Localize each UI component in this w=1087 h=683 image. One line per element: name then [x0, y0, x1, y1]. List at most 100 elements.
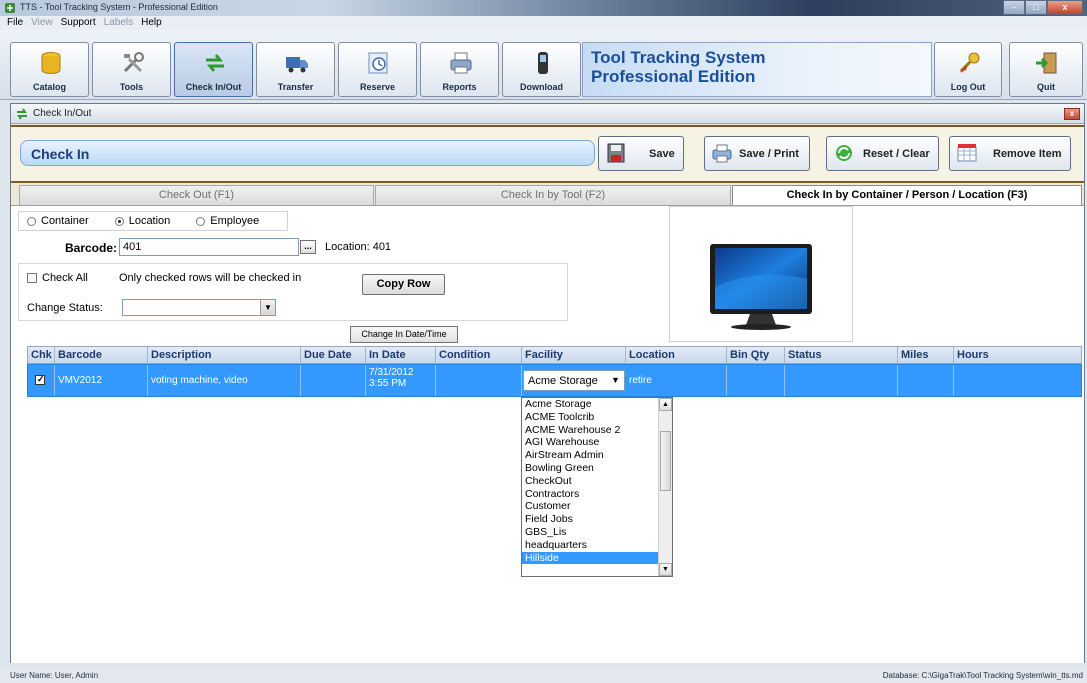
only-checked-note: Only checked rows will be checked in: [119, 272, 302, 284]
brand-title: Tool Tracking System: [591, 48, 766, 67]
download-button[interactable]: Download: [502, 42, 581, 97]
log-out-button[interactable]: Log Out: [934, 42, 1002, 97]
facility-dropdown-list[interactable]: Acme Storage ACME Toolcrib ACME Warehouse …: [521, 397, 673, 577]
col-chk[interactable]: Chk: [28, 347, 55, 363]
child-window-title: Check In/Out: [33, 108, 92, 119]
window-title-bar[interactable]: TTS - Tool Tracking System - Professiona…: [0, 0, 1087, 16]
brand-subtitle: Professional Edition: [591, 67, 756, 86]
swap-arrows-icon: [17, 108, 27, 120]
tools-icon: [123, 52, 144, 73]
location-readout: Location: 401: [325, 241, 392, 253]
tab-check-in-by-container[interactable]: Check In by Container / Person / Locatio…: [732, 185, 1082, 205]
child-close-button[interactable]: x: [1064, 108, 1080, 120]
facility-option[interactable]: ACME Toolcrib: [522, 411, 659, 424]
col-due-date[interactable]: Due Date: [301, 347, 366, 363]
menu-support[interactable]: Support: [58, 16, 101, 30]
row-chk-cell: [28, 365, 55, 396]
facility-option[interactable]: Acme Storage: [522, 398, 659, 411]
tab-strip: Check Out (F1) Check In by Tool (F2) Che…: [11, 185, 1084, 205]
check-in-banner: Check In: [20, 140, 595, 166]
tools-button[interactable]: Tools: [92, 42, 171, 97]
change-status-select[interactable]: ▼: [122, 299, 276, 316]
main-toolbar: Catalog Tools Check In/Out Transfer Rese…: [0, 30, 1087, 100]
row-checkbox[interactable]: [35, 374, 45, 385]
facility-option[interactable]: Field Jobs: [522, 513, 659, 526]
col-in-date[interactable]: In Date: [366, 347, 436, 363]
menu-view[interactable]: View: [28, 16, 58, 30]
facility-option[interactable]: CheckOut: [522, 475, 659, 488]
key-icon: [959, 52, 980, 73]
chevron-down-icon[interactable]: ▼: [607, 371, 624, 390]
save-button[interactable]: Save: [598, 136, 684, 171]
col-hours[interactable]: Hours: [954, 347, 1081, 363]
menu-file[interactable]: File: [4, 16, 28, 30]
radio-employee[interactable]: Employee: [196, 215, 259, 227]
database-icon: [41, 52, 61, 74]
facility-option[interactable]: Contractors: [522, 488, 659, 501]
facility-option[interactable]: Hillside: [522, 551, 659, 565]
radio-dot: [27, 216, 36, 226]
copy-row-button[interactable]: Copy Row: [362, 274, 445, 295]
facility-option[interactable]: AGI Warehouse: [522, 436, 659, 449]
close-button[interactable]: x: [1047, 0, 1083, 15]
check-all-checkbox[interactable]: Check All: [27, 272, 88, 284]
col-location[interactable]: Location: [626, 347, 727, 363]
remove-item-button[interactable]: Remove Item: [949, 136, 1071, 171]
reset-clear-button[interactable]: Reset / Clear: [826, 136, 939, 171]
catalog-button[interactable]: Catalog: [10, 42, 89, 97]
col-bin-qty[interactable]: Bin Qty: [727, 347, 785, 363]
radio-container[interactable]: Container: [27, 215, 89, 227]
tab-check-in-by-tool[interactable]: Check In by Tool (F2): [375, 185, 731, 205]
remove-table-icon: [957, 144, 977, 162]
col-miles[interactable]: Miles: [898, 347, 954, 363]
facility-option[interactable]: AirStream Admin: [522, 449, 659, 462]
facility-option[interactable]: Bowling Green: [522, 462, 659, 475]
col-condition[interactable]: Condition: [436, 347, 522, 363]
radio-dot: [196, 216, 206, 226]
menu-help[interactable]: Help: [138, 16, 167, 30]
brand-banner: Tool Tracking System Professional Editio…: [582, 42, 932, 97]
calendar-clock-icon: [368, 52, 388, 74]
scroll-thumb[interactable]: [660, 431, 671, 491]
cell-bin-qty: [727, 365, 785, 396]
chevron-down-icon[interactable]: ▼: [260, 300, 275, 315]
refresh-icon: [836, 145, 852, 161]
col-description[interactable]: Description: [148, 347, 301, 363]
handheld-device-icon: [538, 52, 548, 74]
scroll-down-icon[interactable]: ▼: [659, 563, 672, 576]
col-facility[interactable]: Facility: [522, 347, 626, 363]
tab-content: Container Location Employee Barcode: ...…: [11, 205, 1084, 663]
save-print-button[interactable]: Save / Print: [704, 136, 810, 171]
maximize-button[interactable]: □: [1025, 0, 1047, 15]
facility-select[interactable]: Acme Storage ▼: [523, 370, 625, 391]
change-in-datetime-button[interactable]: Change In Date/Time: [350, 326, 458, 343]
cell-due-date: [301, 365, 366, 396]
in-date-value: 7/31/2012: [369, 367, 414, 378]
facility-option[interactable]: Customer: [522, 500, 659, 513]
minimize-button[interactable]: –: [1003, 0, 1025, 15]
menu-labels[interactable]: Labels: [101, 16, 138, 30]
radio-location[interactable]: Location: [114, 215, 170, 227]
table-row[interactable]: VMV2012 voting machine, video 7/31/2012 …: [27, 364, 1082, 397]
change-status-label: Change Status:: [27, 302, 103, 314]
scroll-up-icon[interactable]: ▲: [659, 398, 672, 411]
dropdown-scrollbar[interactable]: ▲ ▼: [658, 398, 672, 576]
transfer-button[interactable]: Transfer: [256, 42, 335, 97]
reports-button[interactable]: Reports: [420, 42, 499, 97]
facility-option[interactable]: headquarters: [522, 539, 659, 552]
check-in-heading: Check In: [31, 146, 90, 162]
barcode-input[interactable]: [119, 238, 299, 256]
facility-option[interactable]: ACME Warehouse 2: [522, 424, 659, 437]
facility-option[interactable]: GBS_Lis: [522, 526, 659, 539]
barcode-browse-button[interactable]: ...: [300, 240, 316, 254]
check-in-out-button[interactable]: Check In/Out: [174, 42, 253, 97]
checkbox-box: [27, 273, 37, 283]
reserve-button[interactable]: Reserve: [338, 42, 417, 97]
quit-button[interactable]: Quit: [1009, 42, 1083, 97]
col-status[interactable]: Status: [785, 347, 898, 363]
tab-check-out[interactable]: Check Out (F1): [19, 185, 374, 205]
item-image-preview: [669, 206, 853, 342]
cell-miles: [898, 365, 954, 396]
child-window-title-bar: Check In/Out x: [11, 104, 1084, 124]
col-barcode[interactable]: Barcode: [55, 347, 148, 363]
